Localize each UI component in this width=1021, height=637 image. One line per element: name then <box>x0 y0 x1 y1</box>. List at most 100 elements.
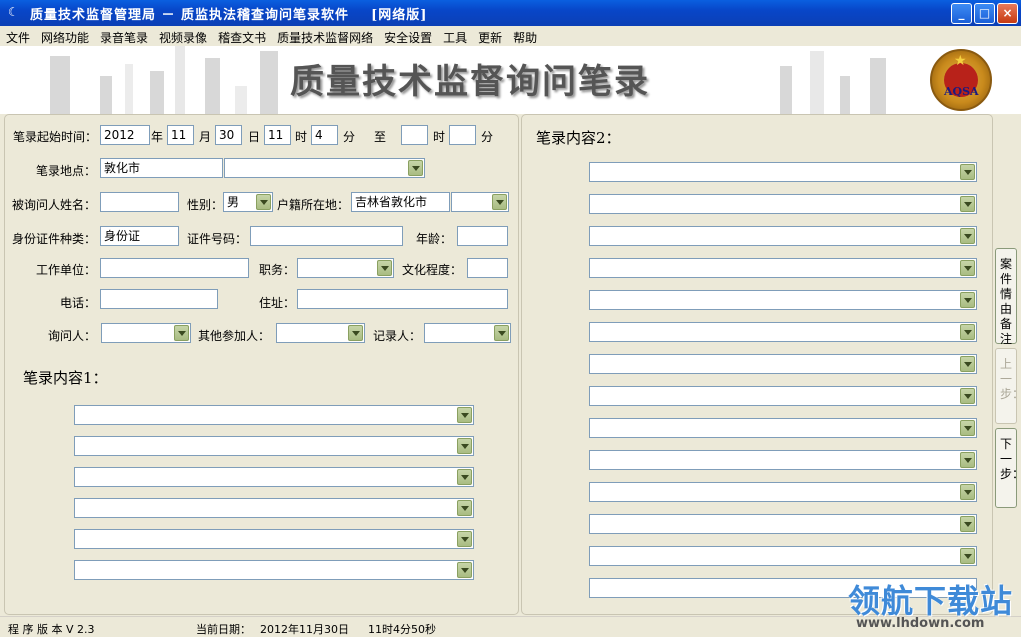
position-dropdown[interactable] <box>297 258 394 278</box>
emblem-text: AQSA <box>944 85 979 98</box>
minimize-button[interactable]: _ <box>951 3 972 24</box>
content-line-dropdown[interactable] <box>74 560 474 580</box>
age-input[interactable] <box>457 226 508 246</box>
menu-video-record[interactable]: 视频录像 <box>153 26 212 46</box>
chevron-down-icon[interactable] <box>960 260 975 276</box>
content-line-dropdown[interactable] <box>589 162 977 182</box>
prev-step-button[interactable]: 上一步： <box>995 348 1021 424</box>
id-number-input[interactable] <box>250 226 403 246</box>
chevron-down-icon[interactable] <box>457 531 472 547</box>
chevron-down-icon[interactable] <box>457 469 472 485</box>
menu-inspection-docs[interactable]: 稽查文书 <box>212 26 271 46</box>
chevron-down-icon[interactable] <box>256 194 271 210</box>
interrogator-dropdown[interactable] <box>101 323 191 343</box>
case-note-button[interactable]: 案件情由备注 <box>995 248 1017 346</box>
chevron-down-icon[interactable] <box>408 160 423 176</box>
chevron-down-icon[interactable] <box>457 562 472 578</box>
recorder-dropdown[interactable] <box>424 323 511 343</box>
chevron-down-icon[interactable] <box>960 356 975 372</box>
close-button[interactable]: × <box>997 3 1018 24</box>
banner-decor <box>235 86 247 114</box>
day-unit: 日 <box>248 130 261 144</box>
end-hour-unit: 时 <box>433 130 446 144</box>
address-input[interactable] <box>297 289 508 309</box>
chevron-down-icon[interactable] <box>960 484 975 500</box>
minute-input[interactable]: 4 <box>311 125 338 145</box>
content-line-dropdown[interactable] <box>74 436 474 456</box>
chevron-down-icon[interactable] <box>494 325 509 341</box>
content-line-dropdown[interactable] <box>589 290 977 310</box>
menu-update[interactable]: 更新 <box>472 26 507 46</box>
chevron-down-icon[interactable] <box>960 292 975 308</box>
chevron-down-icon[interactable] <box>960 196 975 212</box>
quality-emblem-icon: ★ AQSA <box>930 49 992 111</box>
location-label: 笔录地点： <box>36 164 97 178</box>
content-line-dropdown[interactable] <box>74 529 474 549</box>
chevron-down-icon[interactable] <box>960 388 975 404</box>
next-step-button[interactable]: 下一步： <box>995 428 1021 508</box>
maximize-button[interactable]: □ <box>974 3 995 24</box>
end-hour-input[interactable] <box>401 125 428 145</box>
domicile-dropdown[interactable] <box>451 192 509 212</box>
work-unit-input[interactable] <box>100 258 249 278</box>
others-dropdown[interactable] <box>276 323 365 343</box>
banner-decor <box>175 46 185 114</box>
to-label: 至 <box>374 130 387 144</box>
content-line-dropdown[interactable] <box>589 194 977 214</box>
chevron-down-icon[interactable] <box>348 325 363 341</box>
content-line-dropdown[interactable] <box>589 386 977 406</box>
name-label: 被询问人姓名： <box>12 198 97 212</box>
menu-security[interactable]: 安全设置 <box>378 26 437 46</box>
banner-decor <box>205 58 220 114</box>
chevron-down-icon[interactable] <box>457 438 472 454</box>
end-minute-input[interactable] <box>449 125 476 145</box>
content-line-dropdown[interactable] <box>589 450 977 470</box>
interrogator-label: 询问人： <box>48 329 97 343</box>
star-icon: ★ <box>954 53 967 69</box>
day-input[interactable]: 30 <box>215 125 242 145</box>
menu-audio-record[interactable]: 录音笔录 <box>94 26 153 46</box>
menu-network[interactable]: 网络功能 <box>35 26 94 46</box>
content-line-dropdown[interactable] <box>589 546 977 566</box>
chevron-down-icon[interactable] <box>457 407 472 423</box>
location-detail-dropdown[interactable] <box>224 158 425 178</box>
chevron-down-icon[interactable] <box>960 516 975 532</box>
month-input[interactable]: 11 <box>167 125 194 145</box>
menu-tools[interactable]: 工具 <box>437 26 472 46</box>
content-line-dropdown[interactable] <box>589 418 977 438</box>
hour-input[interactable]: 11 <box>264 125 291 145</box>
chevron-down-icon[interactable] <box>457 500 472 516</box>
content-line-dropdown[interactable] <box>589 226 977 246</box>
content-line-dropdown[interactable] <box>74 498 474 518</box>
chevron-down-icon[interactable] <box>960 324 975 340</box>
education-input[interactable] <box>467 258 508 278</box>
chevron-down-icon[interactable] <box>960 228 975 244</box>
chevron-down-icon[interactable] <box>960 420 975 436</box>
content-line-dropdown[interactable] <box>589 354 977 374</box>
name-input[interactable] <box>100 192 179 212</box>
content-line-dropdown[interactable] <box>74 467 474 487</box>
menu-quality-network[interactable]: 质量技术监督网络 <box>271 26 378 46</box>
content-line-dropdown[interactable] <box>589 514 977 534</box>
location-input[interactable]: 敦化市 <box>100 158 223 178</box>
phone-input[interactable] <box>100 289 218 309</box>
chevron-down-icon[interactable] <box>960 452 975 468</box>
app-icon[interactable]: ☾ <box>8 5 22 19</box>
chevron-down-icon[interactable] <box>492 194 507 210</box>
content-line-dropdown[interactable] <box>589 322 977 342</box>
gender-value: 男 <box>227 195 240 209</box>
menu-help[interactable]: 帮助 <box>507 26 542 46</box>
id-type-input[interactable]: 身份证 <box>100 226 179 246</box>
menu-file[interactable]: 文件 <box>0 26 35 46</box>
gender-dropdown[interactable]: 男 <box>223 192 273 212</box>
chevron-down-icon[interactable] <box>377 260 392 276</box>
chevron-down-icon[interactable] <box>174 325 189 341</box>
chevron-down-icon[interactable] <box>960 164 975 180</box>
content-line-dropdown[interactable] <box>589 258 977 278</box>
title-bar[interactable]: ☾ 质量技术监督管理局 － 质监执法稽查询问笔录软件 [网络版] _ □ × <box>0 0 1021 26</box>
content-line-dropdown[interactable] <box>74 405 474 425</box>
chevron-down-icon[interactable] <box>960 548 975 564</box>
year-input[interactable]: 2012 <box>100 125 150 145</box>
content-line-dropdown[interactable] <box>589 482 977 502</box>
domicile-input[interactable]: 吉林省敦化市 <box>351 192 450 212</box>
